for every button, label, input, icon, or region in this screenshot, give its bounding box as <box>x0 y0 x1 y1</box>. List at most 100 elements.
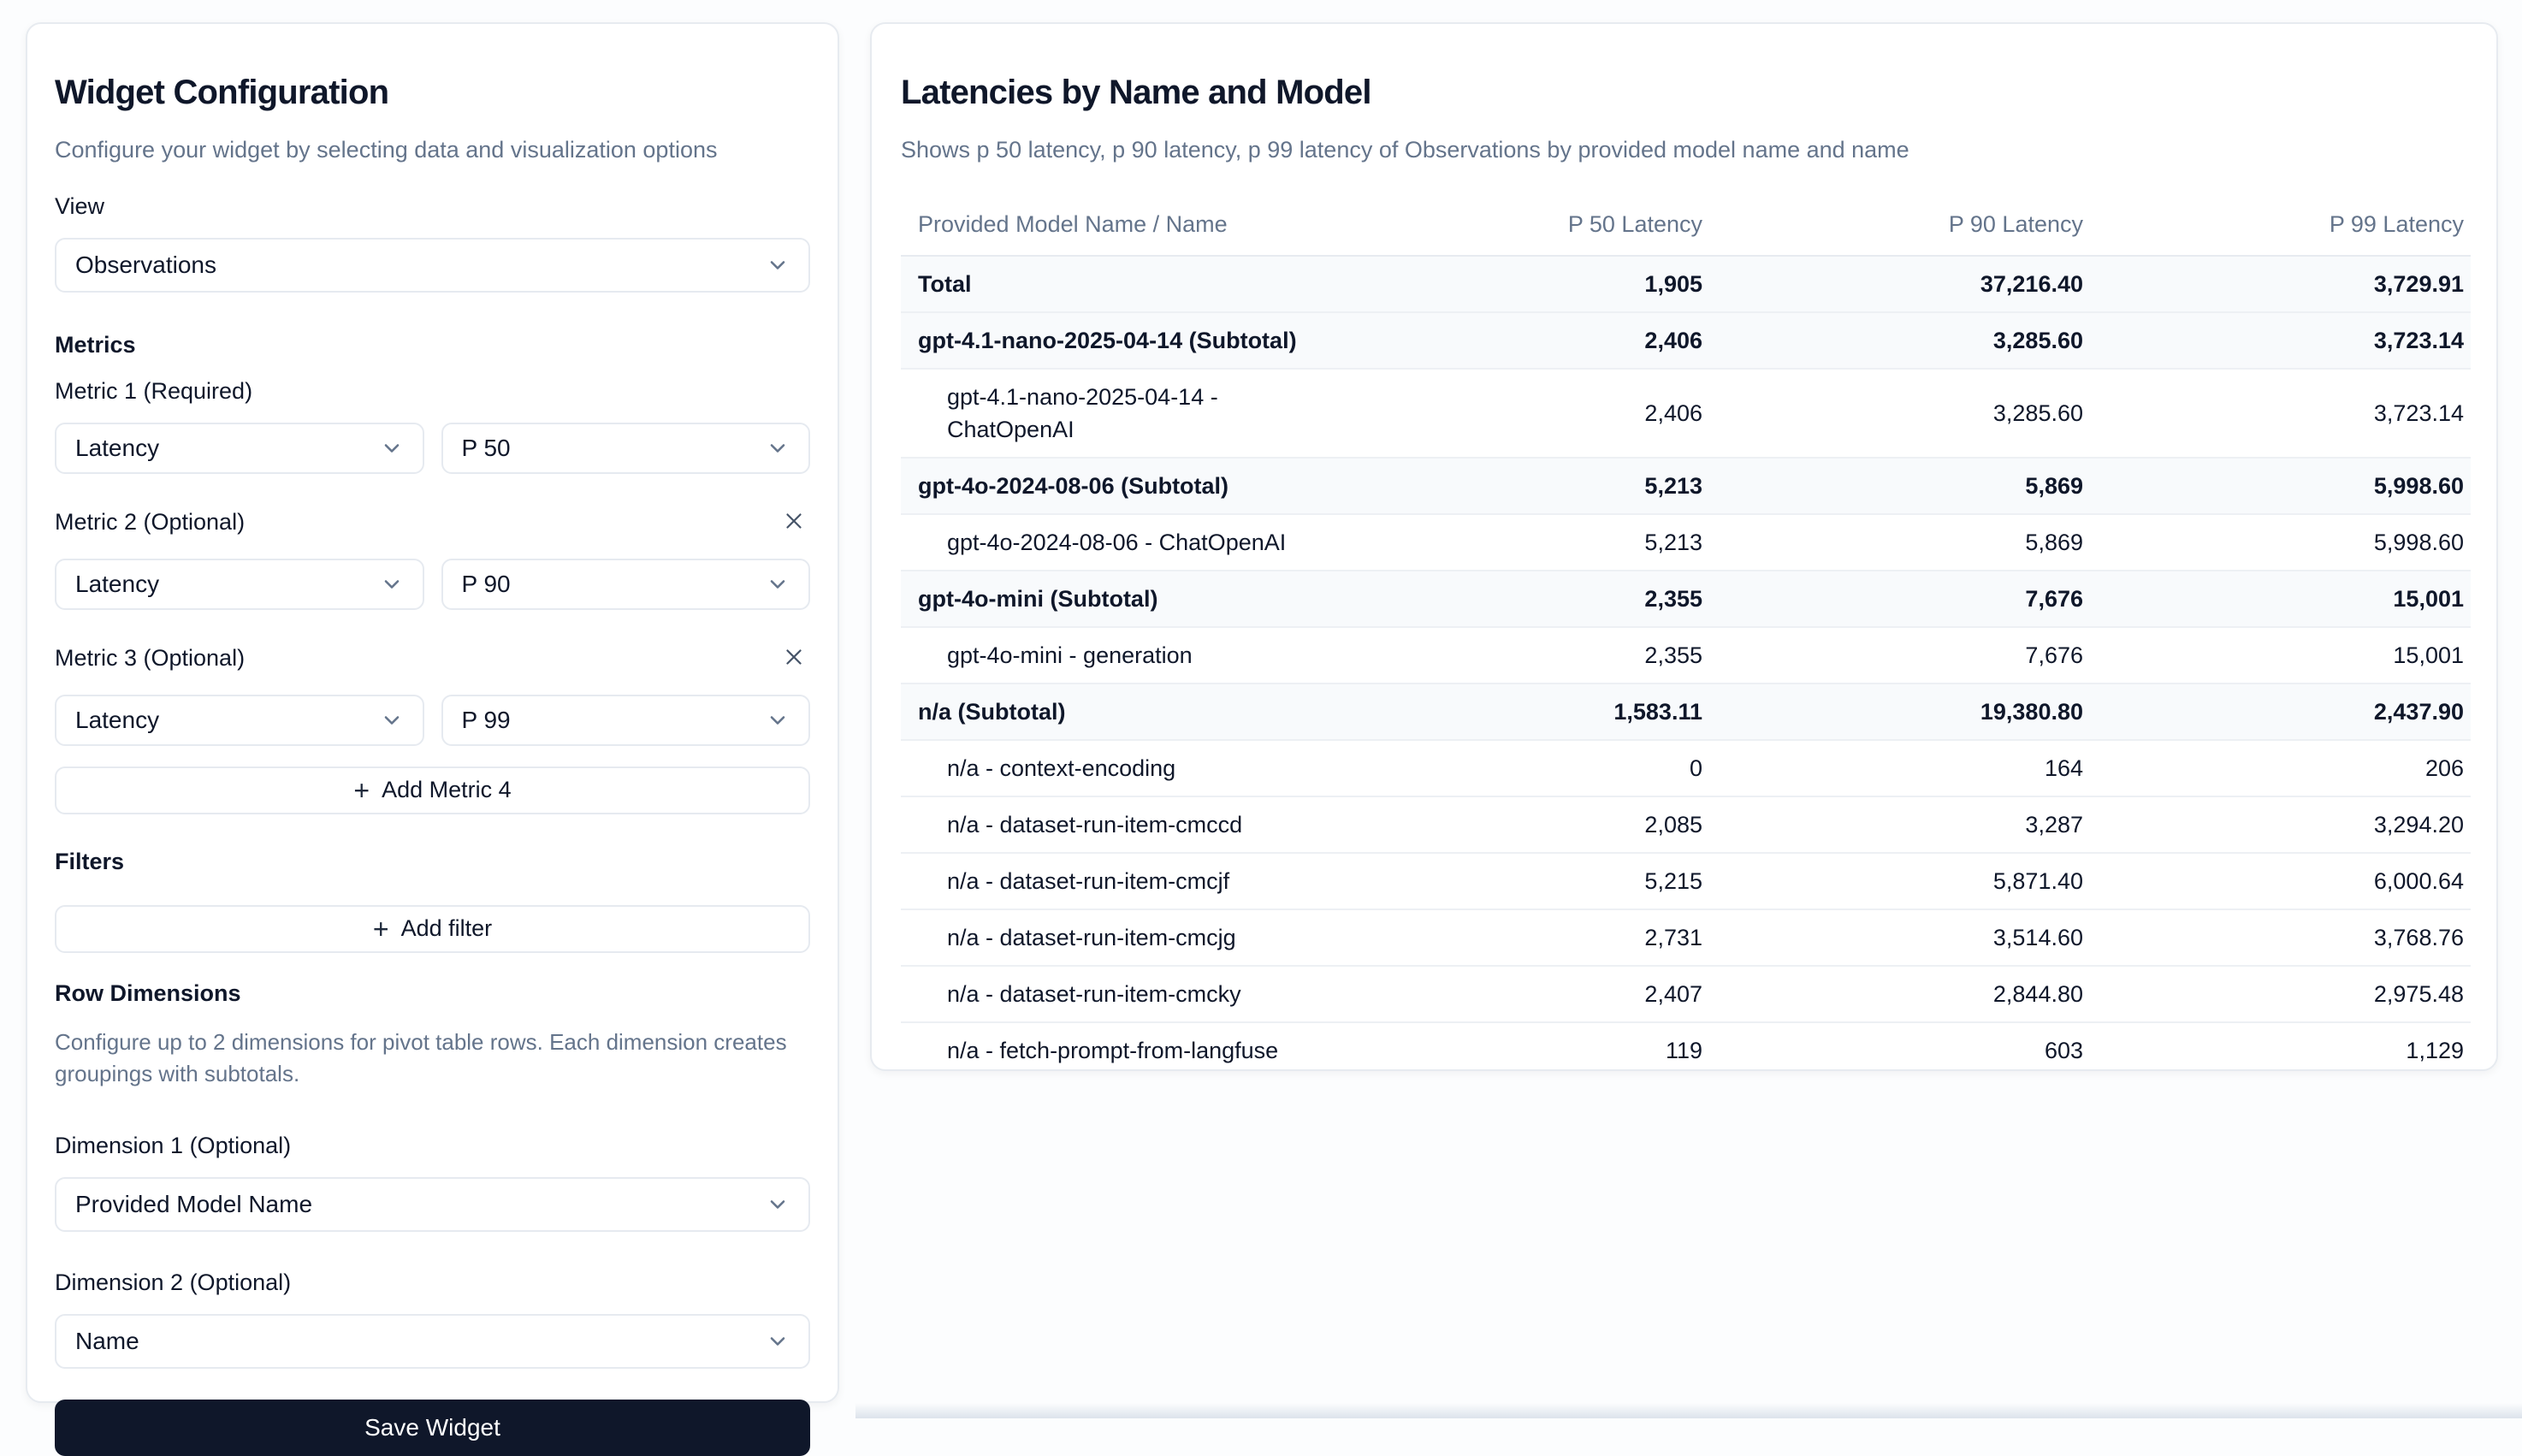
p50-value: 5,213 <box>1329 458 1709 514</box>
preview-panel-title: Latencies by Name and Model <box>901 73 2467 112</box>
column-header-p90: P 90 Latency <box>1709 202 2090 256</box>
metric-1-row: Latency P 50 <box>55 423 810 474</box>
p99-value: 15,001 <box>2090 571 2471 627</box>
table-row-subtotal: n/a (Subtotal)1,583.1119,380.802,437.90 <box>901 684 2471 740</box>
metric-2-measure-select[interactable]: Latency <box>55 559 424 610</box>
add-filter-button[interactable]: + Add filter <box>55 905 810 953</box>
p99-value: 5,998.60 <box>2090 514 2471 571</box>
add-filter-label: Add filter <box>401 915 493 942</box>
p50-value: 1,905 <box>1329 256 1709 312</box>
row-label: gpt-4o-2024-08-06 (Subtotal) <box>901 458 1329 514</box>
dimension-1-select[interactable]: Provided Model Name <box>55 1177 810 1232</box>
row-label: gpt-4.1-nano-2025-04-14 (Subtotal) <box>901 312 1329 369</box>
p90-value: 2,844.80 <box>1709 966 2090 1022</box>
p99-value: 3,723.14 <box>2090 369 2471 458</box>
table-row: gpt-4o-2024-08-06 - ChatOpenAI5,2135,869… <box>901 514 2471 571</box>
row-label: gpt-4o-mini (Subtotal) <box>901 571 1329 627</box>
metric-1-label: Metric 1 (Required) <box>55 378 810 404</box>
table-row: gpt-4.1-nano-2025-04-14 - ChatOpenAI2,40… <box>901 369 2471 458</box>
save-widget-button[interactable]: Save Widget <box>55 1400 810 1456</box>
metric-2-header: Metric 2 (Optional) <box>55 505 810 540</box>
latency-pivot-table: Provided Model Name / Name P 50 Latency … <box>901 202 2471 1078</box>
view-select[interactable]: Observations <box>55 238 810 293</box>
chevron-down-icon <box>766 708 790 732</box>
dimension-2-label: Dimension 2 (Optional) <box>55 1270 810 1295</box>
p99-value: 3,768.76 <box>2090 909 2471 966</box>
p50-value: 2,355 <box>1329 627 1709 684</box>
plus-icon: + <box>373 916 389 942</box>
close-icon <box>781 644 807 672</box>
add-metric-label: Add Metric 4 <box>382 777 512 803</box>
config-panel-subtitle: Configure your widget by selecting data … <box>55 135 810 164</box>
widget-config-panel: Widget Configuration Configure your widg… <box>26 22 839 1403</box>
metric-3-measure-value: Latency <box>75 707 159 734</box>
table-row: gpt-4o-mini - generation2,3557,67615,001 <box>901 627 2471 684</box>
metric-1-aggregation-value: P 50 <box>462 435 511 462</box>
metric-1-aggregation-select[interactable]: P 50 <box>441 423 811 474</box>
column-header-p99: P 99 Latency <box>2090 202 2471 256</box>
plus-icon: + <box>353 778 370 803</box>
metric-1-measure-select[interactable]: Latency <box>55 423 424 474</box>
row-dimensions-section-label: Row Dimensions <box>55 980 810 1006</box>
p90-value: 3,514.60 <box>1709 909 2090 966</box>
dimension-1-value: Provided Model Name <box>75 1191 312 1218</box>
p99-value: 206 <box>2090 740 2471 796</box>
chevron-down-icon <box>380 436 404 460</box>
p90-value: 3,285.60 <box>1709 312 2090 369</box>
row-label: gpt-4o-2024-08-06 - ChatOpenAI <box>901 514 1329 571</box>
p99-value: 1,129 <box>2090 1022 2471 1078</box>
p50-value: 2,407 <box>1329 966 1709 1022</box>
dimension-2-value: Name <box>75 1328 139 1355</box>
row-dimensions-description: Configure up to 2 dimensions for pivot t… <box>55 1027 790 1090</box>
metric-2-aggregation-select[interactable]: P 90 <box>441 559 811 610</box>
p90-value: 5,869 <box>1709 458 2090 514</box>
p99-value: 2,437.90 <box>2090 684 2471 740</box>
p99-value: 5,998.60 <box>2090 458 2471 514</box>
view-select-value: Observations <box>75 252 216 279</box>
p99-value: 3,723.14 <box>2090 312 2471 369</box>
row-label: n/a - fetch-prompt-from-langfuse <box>901 1022 1329 1078</box>
p50-value: 1,583.11 <box>1329 684 1709 740</box>
table-row: n/a - dataset-run-item-cmcjg2,7313,514.6… <box>901 909 2471 966</box>
p99-value: 2,975.48 <box>2090 966 2471 1022</box>
table-row: n/a - context-encoding0164206 <box>901 740 2471 796</box>
remove-metric-2-button[interactable] <box>778 505 810 540</box>
metric-1-measure-value: Latency <box>75 435 159 462</box>
p90-value: 37,216.40 <box>1709 256 2090 312</box>
metric-3-aggregation-select[interactable]: P 99 <box>441 695 811 746</box>
add-metric-button[interactable]: + Add Metric 4 <box>55 766 810 814</box>
table-row: n/a - dataset-run-item-cmcky2,4072,844.8… <box>901 966 2471 1022</box>
dimension-1-label: Dimension 1 (Optional) <box>55 1133 810 1158</box>
metric-3-label: Metric 3 (Optional) <box>55 645 245 671</box>
p50-value: 2,085 <box>1329 796 1709 853</box>
row-label: n/a - dataset-run-item-cmccd <box>901 796 1329 853</box>
table-row-total: Total1,90537,216.403,729.91 <box>901 256 2471 312</box>
p99-value: 3,729.91 <box>2090 256 2471 312</box>
table-row: n/a - dataset-run-item-cmccd2,0853,2873,… <box>901 796 2471 853</box>
preview-panel-subtitle: Shows p 50 latency, p 90 latency, p 99 l… <box>901 135 2467 164</box>
row-label: Total <box>901 256 1329 312</box>
p90-value: 5,871.40 <box>1709 853 2090 909</box>
table-header-row: Provided Model Name / Name P 50 Latency … <box>901 202 2471 256</box>
p50-value: 5,213 <box>1329 514 1709 571</box>
row-label: gpt-4.1-nano-2025-04-14 - ChatOpenAI <box>901 369 1329 458</box>
metric-3-aggregation-value: P 99 <box>462 707 511 734</box>
metrics-section-label: Metrics <box>55 332 810 358</box>
page-bottom-edge <box>855 1403 2522 1418</box>
metric-2-measure-value: Latency <box>75 571 159 598</box>
dimension-2-select[interactable]: Name <box>55 1314 810 1369</box>
column-header-p50: P 50 Latency <box>1329 202 1709 256</box>
filters-section-label: Filters <box>55 849 810 874</box>
row-label: n/a - context-encoding <box>901 740 1329 796</box>
p99-value: 6,000.64 <box>2090 853 2471 909</box>
p50-value: 2,406 <box>1329 369 1709 458</box>
remove-metric-3-button[interactable] <box>778 641 810 676</box>
row-label: n/a - dataset-run-item-cmcjf <box>901 853 1329 909</box>
table-row: n/a - fetch-prompt-from-langfuse1196031,… <box>901 1022 2471 1078</box>
p90-value: 3,285.60 <box>1709 369 2090 458</box>
chevron-down-icon <box>766 1193 790 1216</box>
preview-panel: Latencies by Name and Model Shows p 50 l… <box>870 22 2498 1071</box>
metric-3-measure-select[interactable]: Latency <box>55 695 424 746</box>
p50-value: 2,406 <box>1329 312 1709 369</box>
chevron-down-icon <box>766 253 790 277</box>
